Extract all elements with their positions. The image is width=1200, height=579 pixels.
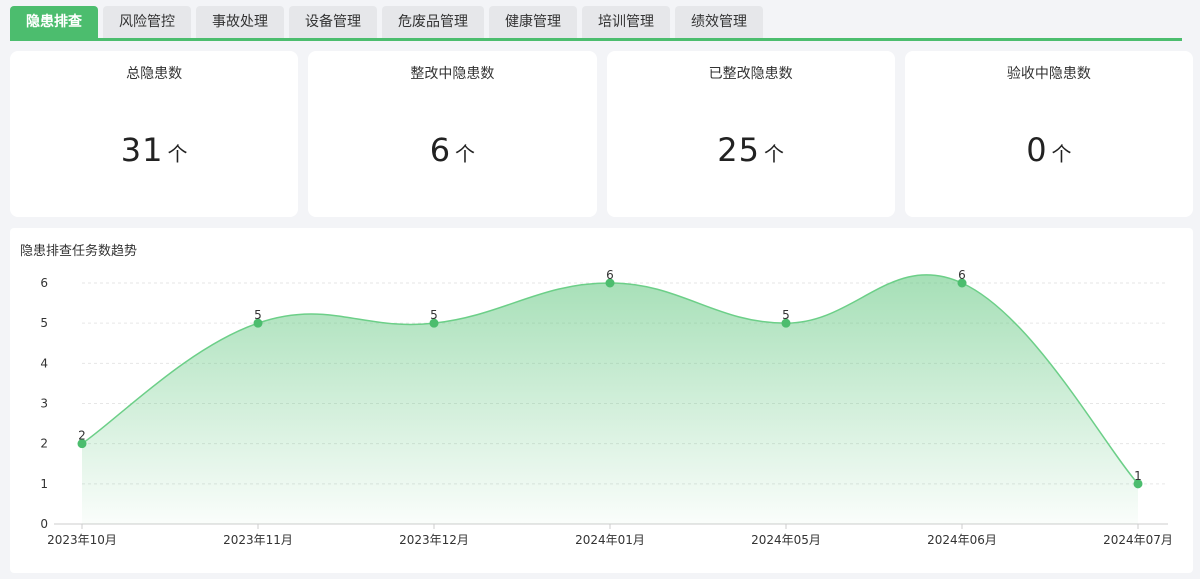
x-tick-label: 2023年12月 [399, 533, 469, 547]
stat-card-unit: 个 [1051, 142, 1072, 166]
x-tick-label: 2024年06月 [927, 533, 997, 547]
tab-underline [10, 38, 1182, 41]
tab-7[interactable]: 绩效管理 [675, 6, 763, 39]
stat-card-title: 整改中隐患数 [410, 66, 495, 82]
data-label: 5 [782, 308, 790, 322]
tab-4[interactable]: 危废品管理 [382, 6, 484, 39]
stat-card: 验收中隐患数 0 个 [904, 51, 1193, 217]
stat-card-title: 验收中隐患数 [1006, 66, 1091, 82]
x-tick-label: 2024年01月 [575, 533, 645, 547]
data-label: 1 [1134, 469, 1142, 483]
tab-3[interactable]: 设备管理 [289, 6, 377, 39]
stat-card-value-row: 31 个 [10, 131, 298, 169]
tab-1[interactable]: 风险管控 [103, 6, 191, 39]
y-tick-label: 6 [40, 276, 48, 290]
x-tick-label: 2024年07月 [1103, 533, 1173, 547]
stat-card-value-row: 25 个 [607, 131, 895, 169]
trend-chart-panel: 隐患排查任务数趋势 0 1 2 3 4 5 6 2023年10月 2023年11月 2023年12… [10, 228, 1193, 573]
y-tick-label: 1 [40, 477, 48, 491]
stat-card: 整改中隐患数 6 个 [308, 51, 597, 217]
data-label: 6 [958, 268, 966, 282]
x-tick-label: 2023年10月 [47, 533, 117, 547]
stat-card-value-row: 0个 [905, 131, 1193, 169]
stat-card-unit: 个 [167, 142, 188, 166]
tab-6[interactable]: 培训管理 [582, 6, 670, 39]
module-tab-bar: 隐患排查 风险管控 事故处理 设备管理 危废品管理 健康管理 培训管理 绩效管理 [0, 0, 1200, 42]
stat-card-value: 0 [1026, 131, 1048, 169]
data-label: 6 [606, 268, 614, 282]
stat-card-value: 31 [120, 131, 164, 169]
data-label: 5 [254, 308, 262, 322]
y-tick-label: 5 [40, 316, 48, 330]
stat-cards: 总隐患数 31 个整改中隐患数 6 个已整改隐患数 25 个验收中隐患数 0 个 [10, 51, 1193, 217]
area-fill [82, 274, 1138, 524]
y-tick-label: 0 [40, 517, 48, 531]
chart-title: 隐患排查任务数趋势 [20, 244, 138, 259]
stat-card-value: 25 [717, 131, 760, 169]
stat-card-value: 6 [429, 131, 452, 169]
y-tick-label: 3 [40, 397, 48, 411]
tab-list: 隐患排查 风险管控 事故处理 设备管理 危废品管理 健康管理 培训管理 绩效管理 [10, 6, 763, 39]
stat-card-title: 已整改隐患数 [708, 66, 793, 82]
tab-0[interactable]: 隐患排查 [10, 6, 98, 39]
data-label: 2 [78, 429, 86, 443]
stat-card-title: 总隐患数 [126, 66, 183, 82]
y-tick-label: 2 [40, 437, 48, 451]
tab-5[interactable]: 健康管理 [489, 6, 577, 39]
stat-card-unit: 个 [763, 142, 784, 166]
stat-card: 总隐患数 31 个 [10, 51, 299, 217]
tab-2[interactable]: 事故处理 [196, 6, 284, 39]
x-tick-label: 2024年05月 [751, 533, 821, 547]
data-label: 5 [430, 308, 438, 322]
stat-card-unit: 个 [455, 142, 476, 166]
stat-card: 已整改隐患数 25 个 [606, 51, 895, 217]
trend-chart: 0 1 2 3 4 5 6 2023年10月 2023年11月 2023年12月 2024年01月 2… [40, 268, 1173, 547]
stat-card-value-row: 6个 [308, 131, 596, 169]
y-tick-label: 4 [40, 356, 48, 370]
x-tick-label: 2023年11月 [223, 533, 293, 547]
